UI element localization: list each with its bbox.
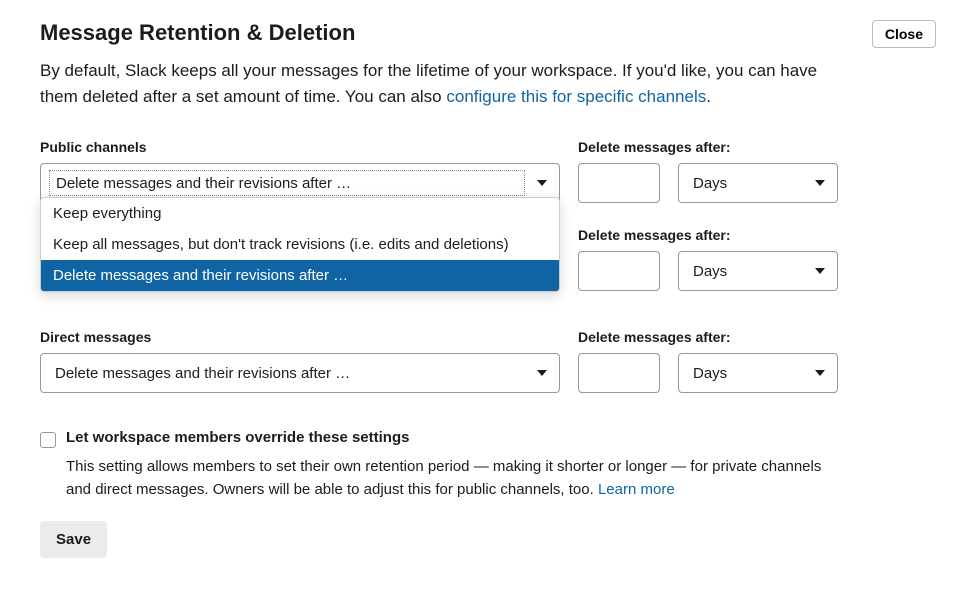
page-title: Message Retention & Deletion: [40, 20, 355, 46]
private-delete-number-input[interactable]: [578, 251, 660, 291]
dropdown-option-keep-everything[interactable]: Keep everything: [41, 198, 559, 229]
close-button[interactable]: Close: [872, 20, 936, 48]
override-checkbox[interactable]: [40, 432, 56, 448]
public-delete-unit-value: Days: [693, 175, 727, 192]
direct-delete-unit-select[interactable]: Days: [678, 353, 838, 393]
public-delete-number-input[interactable]: [578, 163, 660, 203]
direct-messages-label: Direct messages: [40, 329, 560, 345]
chevron-down-icon: [537, 370, 547, 376]
direct-delete-number-input[interactable]: [578, 353, 660, 393]
chevron-down-icon: [537, 180, 547, 186]
public-channels-dropdown: Keep everything Keep all messages, but d…: [40, 197, 560, 292]
description-text-end: .: [706, 87, 711, 106]
direct-delete-after-label: Delete messages after:: [578, 329, 660, 345]
chevron-down-icon: [815, 268, 825, 274]
public-delete-unit-select[interactable]: Days: [678, 163, 838, 203]
spacer-label-3: [678, 329, 838, 345]
private-delete-unit-value: Days: [693, 263, 727, 280]
dropdown-option-keep-no-revisions[interactable]: Keep all messages, but don't track revis…: [41, 229, 559, 260]
override-help-body: This setting allows members to set their…: [66, 458, 821, 498]
direct-messages-select[interactable]: Delete messages and their revisions afte…: [40, 353, 560, 393]
learn-more-link[interactable]: Learn more: [598, 481, 675, 498]
override-checkbox-label: Let workspace members override these set…: [66, 429, 409, 446]
direct-delete-unit-value: Days: [693, 365, 727, 382]
dropdown-option-delete-after[interactable]: Delete messages and their revisions afte…: [41, 260, 559, 291]
save-button[interactable]: Save: [40, 521, 107, 558]
private-delete-after-label: Delete messages after:: [578, 227, 660, 243]
spacer-label-2: [678, 227, 838, 243]
public-channels-label: Public channels: [40, 139, 560, 155]
chevron-down-icon: [815, 370, 825, 376]
private-delete-unit-select[interactable]: Days: [678, 251, 838, 291]
configure-channels-link[interactable]: configure this for specific channels: [446, 87, 706, 106]
public-channels-selected-value: Delete messages and their revisions afte…: [56, 175, 351, 192]
public-delete-after-label: Delete messages after:: [578, 139, 660, 155]
override-help-text: This setting allows members to set their…: [66, 456, 846, 501]
page-description: By default, Slack keeps all your message…: [40, 58, 830, 109]
direct-messages-selected-value: Delete messages and their revisions afte…: [55, 365, 350, 382]
chevron-down-icon: [815, 180, 825, 186]
spacer-label: [678, 139, 838, 155]
